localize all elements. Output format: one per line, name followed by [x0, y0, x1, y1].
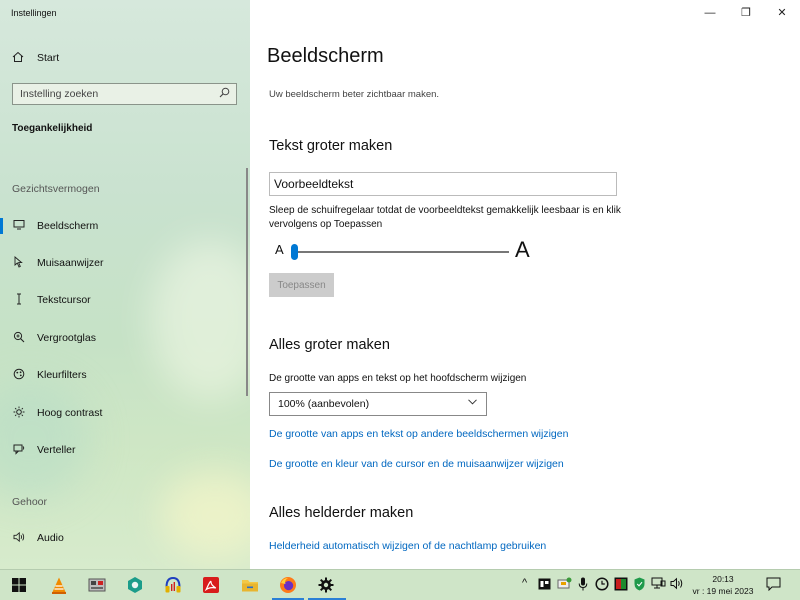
- notification-center-icon[interactable]: [766, 577, 781, 594]
- sidebar-item-label: Beeldscherm: [37, 220, 99, 232]
- heading-scale: Alles groter maken: [269, 337, 390, 353]
- sidebar-item-label: Kleurfilters: [37, 369, 87, 381]
- file-manager-icon[interactable]: [87, 575, 107, 595]
- speaker-icon: [11, 531, 27, 546]
- hex-app-icon[interactable]: [125, 575, 145, 595]
- slider-min-label: A: [275, 242, 284, 257]
- home-icon: [12, 51, 26, 66]
- text-preview-box: Voorbeeldtekst: [269, 172, 617, 196]
- sidebar-item-label: Hoog contrast: [37, 407, 103, 419]
- tray-chevron-up-icon[interactable]: ^: [522, 577, 527, 589]
- audio-app-icon[interactable]: [163, 575, 183, 595]
- tray-app-icon[interactable]: [538, 578, 551, 593]
- maximize-button[interactable]: ❐: [734, 4, 758, 22]
- sidebar-item-muisaanwijzer[interactable]: Muisaanwijzer: [0, 250, 248, 276]
- sidebar-item-label: Audio: [37, 532, 64, 544]
- monitor-icon: [11, 219, 27, 233]
- microphone-icon[interactable]: [578, 577, 588, 594]
- chevron-down-icon: [467, 396, 478, 410]
- close-button[interactable]: ✕: [770, 4, 794, 22]
- sidebar-item-kleurfilters[interactable]: Kleurfilters: [0, 362, 248, 388]
- sidebar-item-label: Muisaanwijzer: [37, 257, 104, 269]
- volume-icon[interactable]: [670, 577, 685, 593]
- network-drive-icon[interactable]: [557, 577, 572, 594]
- text-size-slider[interactable]: A A: [269, 237, 539, 266]
- sidebar-item-vergrootglas[interactable]: Vergrootglas: [0, 325, 248, 351]
- section-title: Toegankelijkheid: [12, 123, 93, 134]
- windows-start-icon[interactable]: [9, 575, 29, 595]
- app-title: Instellingen: [11, 8, 57, 18]
- page-subtitle: Uw beeldscherm beter zichtbaar maken.: [269, 89, 440, 100]
- firefox-icon[interactable]: [278, 575, 298, 595]
- vlc-icon[interactable]: [49, 575, 69, 595]
- sidebar-item-label: Tekstcursor: [37, 294, 91, 306]
- text-cursor-icon: [11, 293, 27, 308]
- sidebar-item-label: Vergrootglas: [37, 332, 96, 344]
- mouse-pointer-icon: [11, 255, 27, 271]
- color-filter-icon: [11, 368, 27, 383]
- taskbar: ^ 20:13 vr : 19 mei 2023: [0, 569, 800, 600]
- scale-dropdown[interactable]: 100% (aanbevolen): [269, 392, 487, 416]
- sidebar-scrollbar[interactable]: [246, 168, 248, 396]
- sidebar-item-tekstcursor[interactable]: Tekstcursor: [0, 287, 248, 313]
- pdf-reader-icon[interactable]: [201, 575, 221, 595]
- slider-hint: Sleep de schuifregelaar totdat de voorbe…: [269, 205, 621, 230]
- high-contrast-icon: [11, 406, 27, 421]
- clock-date: vr : 19 mei 2023: [692, 586, 754, 596]
- scale-label: De grootte van apps en tekst op het hoof…: [269, 373, 527, 384]
- sidebar-item-home[interactable]: Start: [0, 46, 250, 70]
- sidebar-item-label: Start: [37, 52, 60, 64]
- settings-sidebar: Instellingen Start Toegankelijkheid Gezi…: [0, 0, 250, 569]
- heading-brightness: Alles helderder maken: [269, 505, 414, 521]
- search-box[interactable]: [12, 83, 237, 105]
- selected-indicator: [0, 218, 3, 234]
- shield-icon[interactable]: [634, 577, 645, 594]
- settings-gear-icon[interactable]: [316, 575, 336, 595]
- sidebar-item-label: Verteller: [37, 444, 76, 456]
- minimize-button[interactable]: —: [698, 4, 722, 22]
- slider-max-label: A: [515, 237, 530, 262]
- sidebar-item-beeldscherm[interactable]: Beeldscherm: [0, 213, 248, 239]
- link-other-displays[interactable]: De grootte van apps en tekst op andere b…: [269, 428, 568, 440]
- sidebar-item-hoog-contrast[interactable]: Hoog contrast: [0, 400, 248, 426]
- clock-time: 20:13: [712, 574, 734, 584]
- taskbar-clock[interactable]: 20:13 vr : 19 mei 2023: [686, 573, 760, 597]
- slider-thumb[interactable]: [291, 244, 298, 260]
- apply-button[interactable]: Toepassen: [269, 273, 334, 297]
- slider-track[interactable]: [294, 251, 509, 253]
- clock-app-icon[interactable]: [595, 577, 609, 594]
- settings-content: — ❐ ✕ Beeldscherm Uw beeldscherm beter z…: [250, 0, 800, 569]
- sidebar-item-verteller[interactable]: Verteller: [0, 437, 248, 463]
- group-label-hearing: Gehoor: [12, 496, 48, 508]
- group-label-vision: Gezichtsvermogen: [12, 183, 100, 195]
- page-title: Beeldscherm: [267, 45, 384, 67]
- link-brightness[interactable]: Helderheid automatisch wijzigen of de na…: [269, 540, 546, 552]
- network-icon[interactable]: [651, 577, 666, 593]
- search-icon[interactable]: [219, 87, 230, 101]
- narrator-icon: [11, 443, 27, 458]
- search-input[interactable]: [20, 88, 216, 100]
- security-app-icon[interactable]: [614, 577, 628, 594]
- heading-text-size: Tekst groter maken: [269, 138, 393, 154]
- link-cursor-settings[interactable]: De grootte en kleur van de cursor en de …: [269, 458, 564, 470]
- magnifier-icon: [11, 331, 27, 346]
- sidebar-item-audio[interactable]: Audio: [0, 525, 248, 551]
- folder-icon[interactable]: [240, 575, 260, 595]
- scale-dropdown-value: 100% (aanbevolen): [278, 398, 370, 410]
